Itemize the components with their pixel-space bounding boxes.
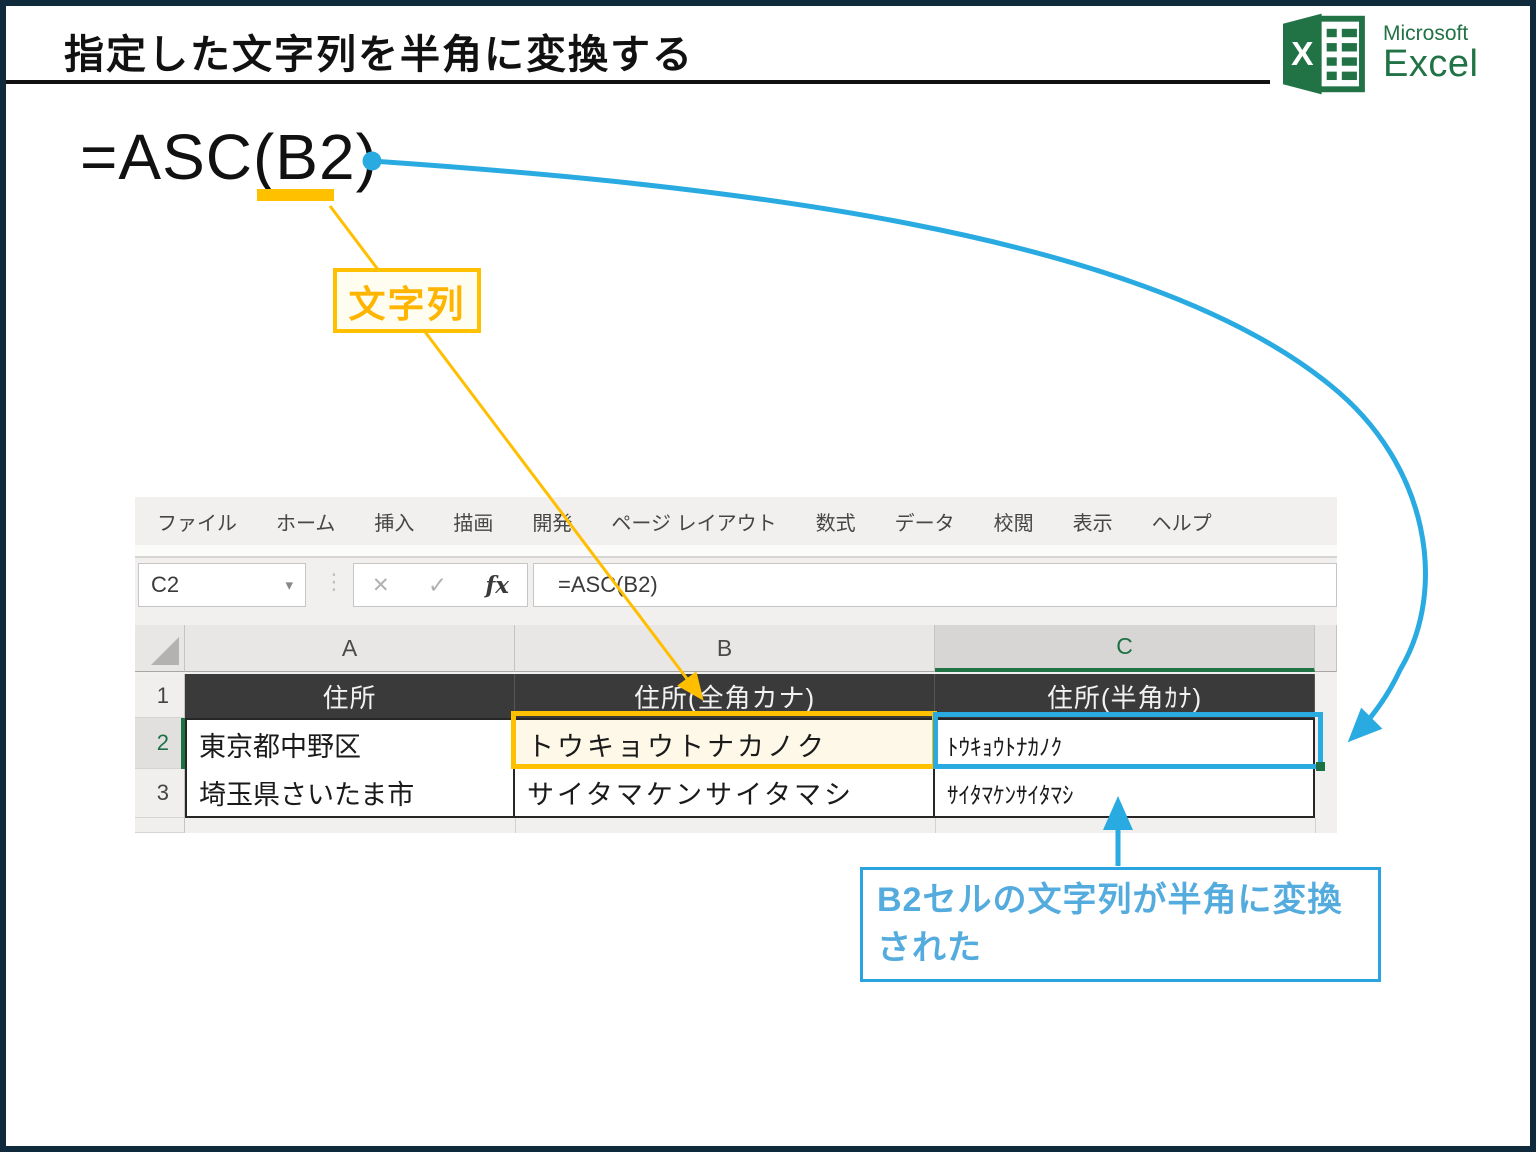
b2-argument-highlight-border [511,711,937,769]
row-header-1[interactable]: 1 [135,674,185,718]
gridline [1315,818,1316,833]
select-all-corner[interactable] [135,625,185,672]
ribbon-tab-home[interactable]: ホーム [276,507,335,536]
ribbon-collapsed-band [135,545,1337,558]
c2-result-highlight-border [933,712,1323,769]
ribbon-tab-insert[interactable]: 挿入 [374,507,414,536]
formula-cancel-icon[interactable]: ✕ [372,573,390,598]
cell-a1[interactable]: 住所 [185,674,515,718]
cell-c3[interactable]: ｻｲﾀﾏｹﾝｻｲﾀﾏｼ [935,769,1315,818]
ribbon-tab-bar: ファイル ホーム 挿入 描画 開発 ページ レイアウト 数式 データ 校閲 表示… [135,497,1337,545]
name-box-value[interactable]: C2 [139,572,285,598]
cell-a2[interactable]: 東京都中野区 [185,718,515,769]
row-header-3[interactable]: 3 [135,769,185,818]
formula-bar-value[interactable]: =ASC(B2) [534,572,658,598]
row-header-4-partial[interactable] [135,818,185,833]
ribbon-tab-data[interactable]: データ [895,507,955,536]
ribbon-tab-page-layout[interactable]: ページ レイアウト [611,507,776,536]
excel-screenshot: ファイル ホーム 挿入 描画 開発 ページ レイアウト 数式 データ 校閲 表示… [135,497,1337,833]
page-title: 指定した文字列を半角に変換する [64,22,694,80]
formula-bar-separator: ⋮ [323,569,345,595]
cell-b3[interactable]: サイタマケンサイタマシ [515,769,935,818]
ribbon-tab-draw[interactable]: 描画 [453,507,493,536]
name-box-dropdown-icon[interactable]: ▾ [285,576,305,594]
ribbon-tab-review[interactable]: 校閲 [994,507,1034,536]
gridline [515,818,516,833]
excel-logo: X Microsoft Excel [1283,12,1478,96]
gridline [935,818,936,833]
logo-product-text: Excel [1383,45,1478,85]
title-divider [6,80,1270,84]
selected-row-accent [181,718,185,769]
ribbon-tab-file[interactable]: ファイル [157,507,237,536]
ribbon-tab-developer[interactable]: 開発 [532,507,572,536]
argument-label: 文字列 [333,268,481,333]
formula-enter-icon[interactable]: ✓ [428,572,447,599]
row-header-2[interactable]: 2 [135,718,185,769]
excel-logo-icon: X [1283,12,1367,96]
selection-fill-handle[interactable] [1316,762,1325,771]
column-header-c[interactable]: C [935,625,1315,672]
formula-display: =ASC(B2) [80,120,378,194]
formula-argument-underline [257,189,334,201]
svg-text:X: X [1291,36,1314,73]
cell-a3[interactable]: 埼玉県さいたま市 [185,769,515,818]
formula-bar[interactable]: =ASC(B2) [533,563,1337,607]
ribbon-tab-view[interactable]: 表示 [1073,507,1113,536]
name-box[interactable]: C2 ▾ [138,563,306,607]
insert-function-icon[interactable]: fx [485,572,509,599]
column-header-b[interactable]: B [515,625,935,672]
ribbon-tab-formulas[interactable]: 数式 [816,507,856,536]
formula-button-group: ✕ ✓ fx [353,563,528,607]
column-header-a[interactable]: A [185,625,515,672]
result-callout: B2セルの文字列が半角に変換された [860,867,1381,982]
column-header-filler [1315,625,1337,672]
logo-brand-text: Microsoft [1383,23,1478,45]
select-all-icon [151,637,179,665]
ribbon-tab-help[interactable]: ヘルプ [1152,507,1212,536]
